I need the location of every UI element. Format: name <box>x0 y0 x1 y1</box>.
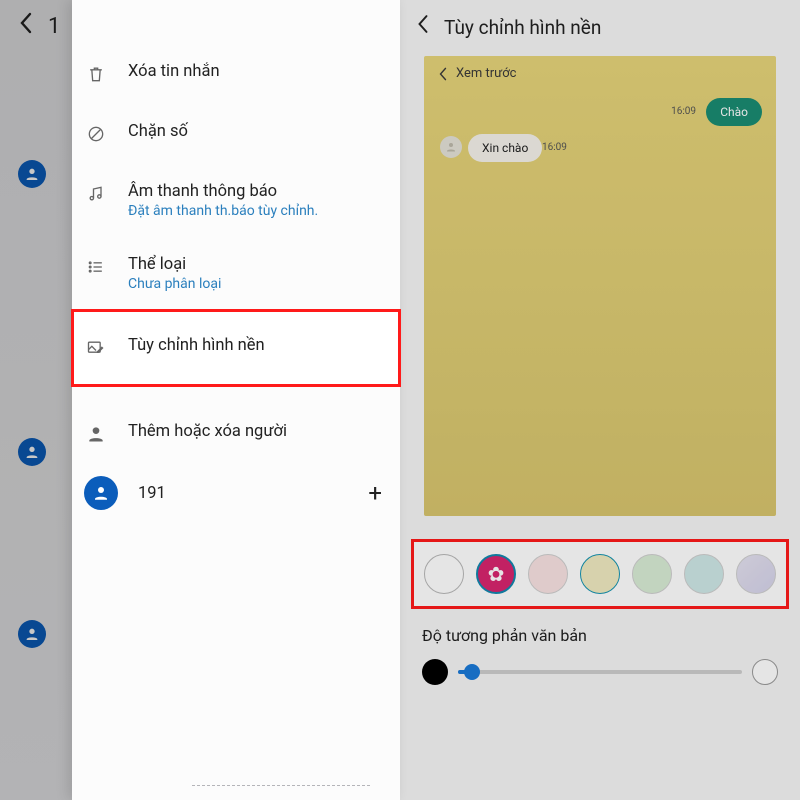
swatch-teal[interactable] <box>684 554 724 594</box>
swatch-gallery[interactable]: ✿ <box>476 554 516 594</box>
color-swatch-row: ✿ <box>414 542 786 606</box>
contact-avatar-icon <box>18 438 46 466</box>
add-contact-button[interactable]: + <box>368 479 382 507</box>
menu-label: Thêm hoặc xóa người <box>128 422 287 441</box>
chat-preview: Xem trước 16:09 Chào Xin chào 16:09 <box>424 56 776 516</box>
left-topbar: 1 <box>18 12 60 40</box>
menu-item-category[interactable]: Thể loại Chưa phân loại <box>72 237 400 310</box>
menu-item-delete[interactable]: Xóa tin nhắn <box>72 44 400 104</box>
back-icon[interactable] <box>416 14 430 40</box>
image-edit-icon <box>84 336 108 360</box>
right-pane: Tùy chỉnh hình nền Xem trước 16:09 Chào … <box>400 0 800 800</box>
menu-item-sound[interactable]: Âm thanh thông báo Đặt âm thanh th.báo t… <box>72 164 400 237</box>
incoming-avatar-icon <box>440 136 462 158</box>
left-top-text: 1 <box>48 14 60 39</box>
chevron-left-icon <box>438 67 448 81</box>
slider-track[interactable] <box>458 670 742 674</box>
menu-label: Thể loại <box>128 255 221 274</box>
context-menu-panel: Xóa tin nhắn Chặn số Âm thanh thông báo … <box>72 0 400 800</box>
menu-label: Tùy chỉnh hình nền <box>128 336 265 355</box>
music-note-icon <box>84 182 108 206</box>
contact-avatar-icon <box>84 476 118 510</box>
menu-item-people[interactable]: Thêm hoặc xóa người <box>72 404 400 464</box>
menu-sublabel: Đặt âm thanh th.báo tùy chỉnh. <box>128 203 318 219</box>
left-pane: 1 Xóa tin nhắn Chặn số <box>0 0 400 800</box>
slider-end-black-icon <box>422 659 448 685</box>
divider <box>192 785 370 786</box>
menu-label: Chặn số <box>128 122 188 141</box>
incoming-message: Xin chào <box>468 134 542 162</box>
contact-avatar-icon <box>18 160 46 188</box>
contrast-section: Độ tương phản văn bản <box>400 606 800 685</box>
list-icon <box>84 255 108 279</box>
preview-container: Xem trước 16:09 Chào Xin chào 16:09 <box>400 50 800 516</box>
swatch-purple[interactable] <box>736 554 776 594</box>
contact-row[interactable]: 191 + <box>72 464 400 522</box>
menu-item-block[interactable]: Chặn số <box>72 104 400 164</box>
swatch-pink[interactable] <box>528 554 568 594</box>
person-icon <box>84 422 108 446</box>
outgoing-message: Chào <box>706 98 762 126</box>
flower-icon: ✿ <box>488 564 505 584</box>
slider-end-white-icon <box>752 659 778 685</box>
contact-avatar-icon <box>18 620 46 648</box>
menu-item-background[interactable]: Tùy chỉnh hình nền <box>72 310 400 386</box>
contrast-slider[interactable] <box>422 659 778 685</box>
trash-icon <box>84 62 108 86</box>
contrast-label: Độ tương phản văn bản <box>422 626 778 645</box>
outgoing-time: 16:09 <box>671 106 696 117</box>
menu-label: Xóa tin nhắn <box>128 62 220 81</box>
menu-list: Xóa tin nhắn Chặn số Âm thanh thông báo … <box>72 0 400 522</box>
right-header: Tùy chỉnh hình nền <box>400 0 800 50</box>
menu-sublabel: Chưa phân loại <box>128 276 221 292</box>
preview-header: Xem trước <box>424 56 776 87</box>
swatch-yellow[interactable] <box>580 554 620 594</box>
page-title: Tùy chỉnh hình nền <box>444 16 601 39</box>
incoming-time: 16:09 <box>542 142 567 153</box>
block-icon <box>84 122 108 146</box>
contact-number: 191 <box>138 484 348 503</box>
swatch-green[interactable] <box>632 554 672 594</box>
back-icon[interactable] <box>18 12 34 40</box>
swatch-white[interactable] <box>424 554 464 594</box>
menu-label: Âm thanh thông báo <box>128 182 318 201</box>
preview-title: Xem trước <box>456 66 516 81</box>
slider-thumb[interactable] <box>464 664 480 680</box>
